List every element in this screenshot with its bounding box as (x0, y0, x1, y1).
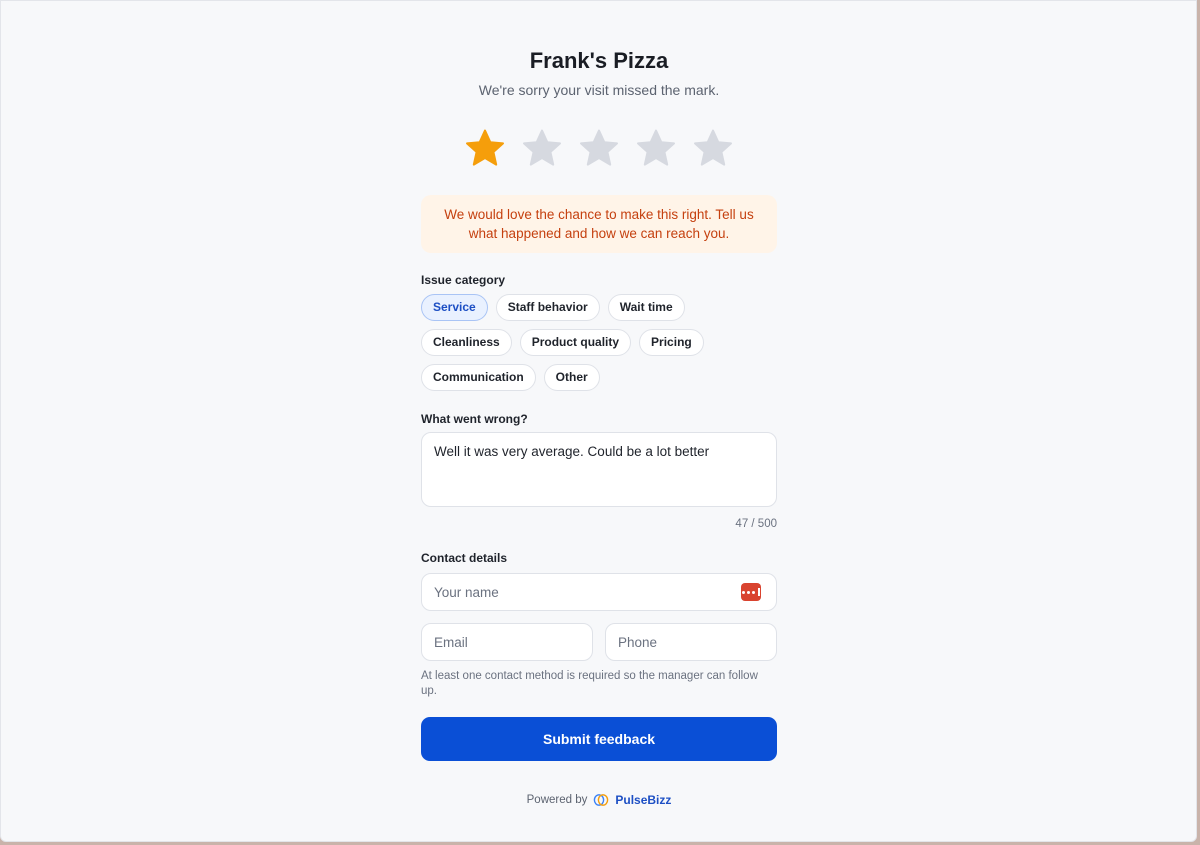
pulsebizz-logo-icon (594, 794, 609, 806)
pulsebizz-brand-link[interactable]: PulseBizz (615, 793, 671, 807)
chip-service[interactable]: Service (421, 294, 488, 321)
chip-wait-time[interactable]: Wait time (607, 294, 685, 321)
chip-cleanliness[interactable]: Cleanliness (421, 329, 512, 356)
feedback-card: Frank's Pizza We're sorry your visit mis… (421, 41, 777, 807)
contact-details-label: Contact details (421, 551, 508, 565)
powered-by-footer: Powered by PulseBizz (421, 792, 777, 808)
issue-category-chips: Service Staff behavior Wait time Cleanlines… (421, 294, 781, 391)
password-manager-icon[interactable] (741, 583, 761, 601)
star-2-icon[interactable] (520, 127, 564, 171)
name-input[interactable] (421, 573, 777, 611)
star-4-icon[interactable] (634, 127, 678, 171)
phone-input[interactable] (605, 623, 777, 661)
submit-feedback-button[interactable]: Submit feedback (421, 717, 777, 761)
chip-product-quality[interactable]: Product quality (519, 329, 632, 356)
star-5-icon[interactable] (691, 127, 735, 171)
star-3-icon[interactable] (577, 127, 621, 171)
issue-category-label: Issue category (421, 273, 506, 287)
page-title: Frank's Pizza (529, 48, 669, 73)
powered-by-text: Powered by (526, 794, 588, 806)
page-frame: Frank's Pizza We're sorry your visit mis… (0, 0, 1197, 842)
star-1-icon[interactable] (463, 127, 507, 171)
contact-hint: At least one contact method is required … (421, 670, 758, 697)
what-went-wrong-textarea[interactable] (421, 432, 777, 507)
chip-staff-behavior[interactable]: Staff behavior (495, 294, 600, 321)
page-subtitle: We're sorry your visit missed the mark. (478, 82, 720, 98)
character-counter: 47 / 500 (735, 518, 777, 530)
star-rating (463, 127, 735, 175)
chip-communication[interactable]: Communication (421, 364, 536, 391)
email-input[interactable] (421, 623, 593, 661)
apology-notice: We would love the chance to make this ri… (421, 195, 777, 253)
what-went-wrong-label: What went wrong? (421, 412, 528, 426)
chip-pricing[interactable]: Pricing (639, 329, 704, 356)
chip-other[interactable]: Other (543, 364, 600, 391)
